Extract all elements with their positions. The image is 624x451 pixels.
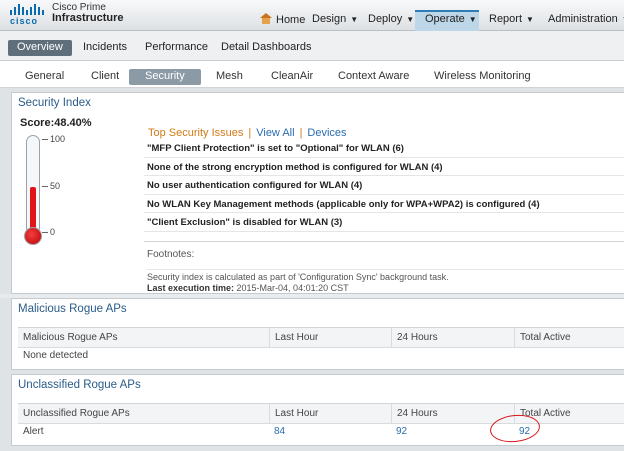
chevron-down-icon: ▼ xyxy=(468,15,477,24)
cisco-logo: cisco xyxy=(10,4,46,26)
tab-incidents[interactable]: Incidents xyxy=(83,40,127,56)
menu-deploy[interactable]: Deploy ▼ xyxy=(358,10,415,31)
issue-item[interactable]: No WLAN Key Management methods (applicab… xyxy=(144,195,624,213)
tab-performance[interactable]: Performance xyxy=(145,40,208,56)
chevron-down-icon: ▼ xyxy=(406,15,415,24)
menu-design[interactable]: Design ▼ xyxy=(302,10,358,31)
dashboard-tabs: Overview Incidents Performance Detail Da… xyxy=(0,31,624,61)
subtab-security[interactable]: Security xyxy=(129,69,201,85)
menu-report[interactable]: Report ▼ xyxy=(479,10,538,31)
table-cell: None detected xyxy=(23,350,89,361)
menu-administration-label: Administration xyxy=(548,13,618,25)
subtab-wireless-monitoring[interactable]: Wireless Monitoring xyxy=(434,69,531,85)
security-index-panel: Security Index Score:48.40% 100 50 0 Top… xyxy=(11,92,624,294)
separator: | xyxy=(299,127,303,139)
column-header[interactable]: Malicious Rogue APs xyxy=(18,328,269,347)
view-all-link[interactable]: View All xyxy=(256,127,294,139)
subtab-client[interactable]: Client xyxy=(91,69,119,85)
subtab-cleanair[interactable]: CleanAir xyxy=(271,69,313,85)
chevron-down-icon: ▼ xyxy=(350,15,359,24)
table-cell: Alert xyxy=(23,426,44,437)
column-header[interactable]: 24 Hours xyxy=(391,328,514,347)
issues-header: Top Security Issues | View All | Devices xyxy=(148,127,347,139)
tab-detail-dashboards[interactable]: Detail Dashboards xyxy=(221,40,312,56)
gauge-tick xyxy=(42,139,48,140)
menu-deploy-label: Deploy xyxy=(368,13,403,25)
chevron-down-icon: ▼ xyxy=(526,15,534,24)
home-icon xyxy=(260,13,272,24)
gauge-tick-50: 50 xyxy=(50,181,61,191)
gauge-bulb xyxy=(24,227,42,245)
footnote-description: Security index is calculated as part of … xyxy=(147,269,624,282)
malicious-rogue-aps-panel: Malicious Rogue APs Malicious Rogue APs … xyxy=(11,298,624,370)
menu-home[interactable]: Home xyxy=(250,10,306,31)
issue-item[interactable]: None of the strong encryption method is … xyxy=(144,158,624,176)
security-score: Score:48.40% xyxy=(20,117,92,129)
top-security-issues-label: Top Security Issues xyxy=(148,127,244,139)
issues-list: "MFP Client Protection" is set to "Optio… xyxy=(144,139,624,232)
issue-item[interactable]: "MFP Client Protection" is set to "Optio… xyxy=(144,139,624,158)
separator: | xyxy=(248,127,252,139)
menu-administration[interactable]: Administration▼ xyxy=(538,10,624,31)
column-header[interactable]: Last Hour xyxy=(269,404,391,423)
subtab-context-aware[interactable]: Context Aware xyxy=(338,69,409,85)
exec-label: Last execution time: xyxy=(147,283,235,293)
menu-operate[interactable]: Operate ▼ xyxy=(415,10,479,31)
column-header[interactable]: Total Active xyxy=(514,328,624,347)
column-header[interactable]: Unclassified Rogue APs xyxy=(18,404,269,423)
gauge-tick xyxy=(42,186,48,187)
devices-link[interactable]: Devices xyxy=(307,127,346,139)
menu-design-label: Design xyxy=(312,13,347,25)
main-menu: Home Design ▼ Deploy ▼ Operate ▼ Report ▼ Ad… xyxy=(250,10,624,31)
last-hour-link[interactable]: 84 xyxy=(269,424,391,440)
gauge-tick xyxy=(42,232,48,233)
subtab-general[interactable]: General xyxy=(25,69,64,85)
panel-title: Unclassified Rogue APs xyxy=(18,379,141,391)
overview-subtabs: General Client Security Mesh CleanAir Co… xyxy=(0,61,624,88)
exec-value: 2015-Mar-04, 04:01:20 CST xyxy=(234,283,349,293)
product-line2: Infrastructure xyxy=(52,12,124,24)
table-row: None detected xyxy=(18,348,624,364)
tab-overview[interactable]: Overview xyxy=(8,40,72,56)
footnotes-title: Footnotes: xyxy=(147,249,195,260)
product-name: Cisco Prime Infrastructure xyxy=(52,2,124,24)
table-header: Malicious Rogue APs Last Hour 24 Hours T… xyxy=(18,328,624,348)
menu-operate-label: Operate xyxy=(425,13,465,25)
malicious-table: Malicious Rogue APs Last Hour 24 Hours T… xyxy=(18,327,624,364)
issue-item[interactable]: "Client Exclusion" is disabled for WLAN … xyxy=(144,213,624,232)
menu-home-label: Home xyxy=(276,14,306,26)
logo-text: cisco xyxy=(10,16,39,26)
last-execution-time: Last execution time: 2015-Mar-04, 04:01:… xyxy=(147,283,624,293)
footnotes: Footnotes: Security index is calculated … xyxy=(144,241,624,293)
panel-title: Security Index xyxy=(18,97,91,109)
gauge-tick-100: 100 xyxy=(50,134,66,144)
top-bar: cisco Cisco Prime Infrastructure Home De… xyxy=(0,0,624,31)
column-header[interactable]: Last Hour xyxy=(269,328,391,347)
issue-item[interactable]: No user authentication configured for WL… xyxy=(144,176,624,195)
menu-report-label: Report xyxy=(489,13,523,25)
subtab-mesh[interactable]: Mesh xyxy=(216,69,243,85)
gauge-tick-0: 0 xyxy=(50,227,56,237)
panel-title: Malicious Rogue APs xyxy=(18,303,127,315)
